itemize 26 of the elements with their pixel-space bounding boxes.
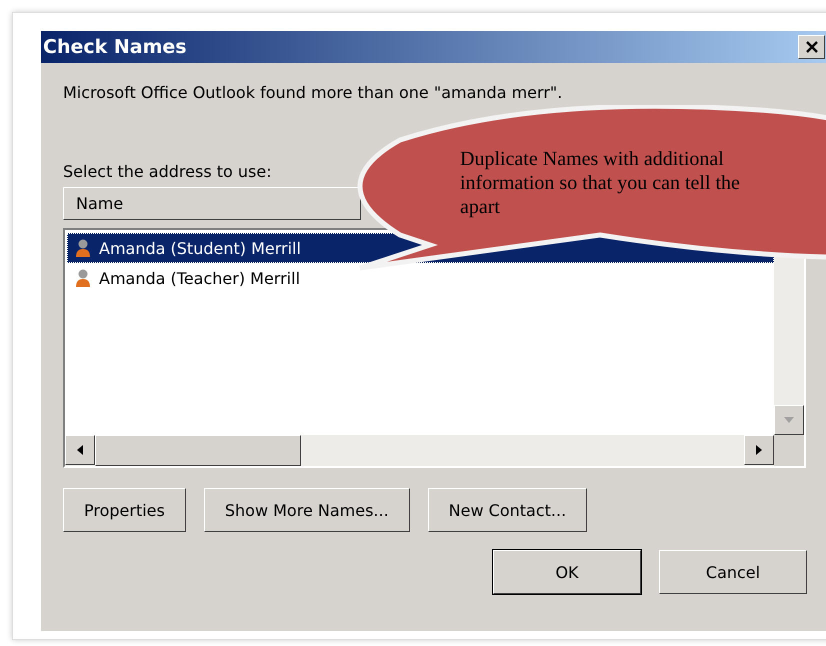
prompt-label: Select the address to use: <box>63 162 273 181</box>
action-button[interactable]: Properties <box>63 488 186 532</box>
scroll-thumb[interactable] <box>95 435 301 466</box>
down-arrow-icon <box>784 417 794 423</box>
contact-icon <box>75 268 91 288</box>
left-arrow-icon <box>77 445 83 455</box>
dialog-button[interactable]: OK <box>493 550 641 594</box>
message-text: Microsoft Office Outlook found more than one "amanda merr". <box>63 83 564 102</box>
contact-icon <box>75 238 91 258</box>
scroll-right-button[interactable] <box>744 435 774 465</box>
scroll-left-button[interactable] <box>65 435 95 465</box>
close-button[interactable] <box>798 35 825 59</box>
action-button[interactable]: Show More Names... <box>204 488 410 532</box>
window-title: Check Names <box>43 36 187 58</box>
name-row[interactable]: Amanda (Teacher) Merrill <box>67 263 774 293</box>
close-icon <box>804 41 818 53</box>
callout-text: Duplicate Names with additional information so that you can tell the apart <box>460 147 740 219</box>
scrollbar-corner <box>774 435 804 466</box>
dialog-button[interactable]: Cancel <box>659 550 807 594</box>
contact-name: Amanda (Teacher) Merrill <box>99 268 300 288</box>
scroll-down-button[interactable] <box>774 405 804 435</box>
right-arrow-icon <box>756 445 762 455</box>
column-header[interactable]: Name <box>63 187 361 220</box>
contact-name: Amanda (Student) Merrill <box>99 238 301 258</box>
horizontal-scrollbar[interactable] <box>65 435 774 466</box>
action-button[interactable]: New Contact... <box>428 488 588 532</box>
